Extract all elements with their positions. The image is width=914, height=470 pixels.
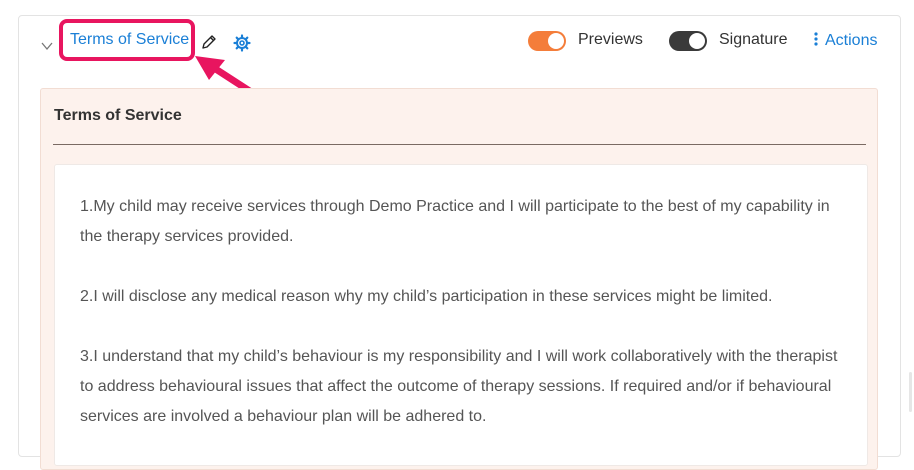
divider bbox=[53, 144, 866, 145]
previews-toggle[interactable] bbox=[528, 31, 566, 51]
terms-paragraph: 1.My child may receive services through … bbox=[80, 198, 830, 245]
toggle-knob bbox=[548, 33, 564, 49]
section-card: Terms of Service Previews Signature Acti… bbox=[18, 15, 901, 470]
document-body: 1.My child may receive services through … bbox=[54, 164, 868, 466]
signature-label: Signature bbox=[719, 31, 788, 48]
previews-label: Previews bbox=[578, 31, 643, 48]
more-vertical-icon bbox=[814, 32, 818, 46]
preview-panel: Terms of Service 1.My child may receive … bbox=[40, 88, 878, 470]
signature-toggle[interactable] bbox=[669, 31, 707, 51]
terms-paragraph: 3.I understand that my child’s behaviour… bbox=[80, 348, 838, 425]
toggle-knob bbox=[689, 33, 705, 49]
actions-label: Actions bbox=[825, 32, 878, 49]
panel-title: Terms of Service bbox=[54, 107, 182, 124]
section-title-link[interactable]: Terms of Service bbox=[70, 31, 189, 49]
actions-menu-button[interactable]: Actions bbox=[811, 31, 877, 50]
pencil-icon[interactable] bbox=[200, 33, 218, 51]
page-scrollbar[interactable] bbox=[909, 372, 912, 412]
terms-paragraph: 2.I will disclose any medical reason why… bbox=[80, 288, 773, 305]
chevron-down-icon[interactable] bbox=[40, 39, 54, 53]
